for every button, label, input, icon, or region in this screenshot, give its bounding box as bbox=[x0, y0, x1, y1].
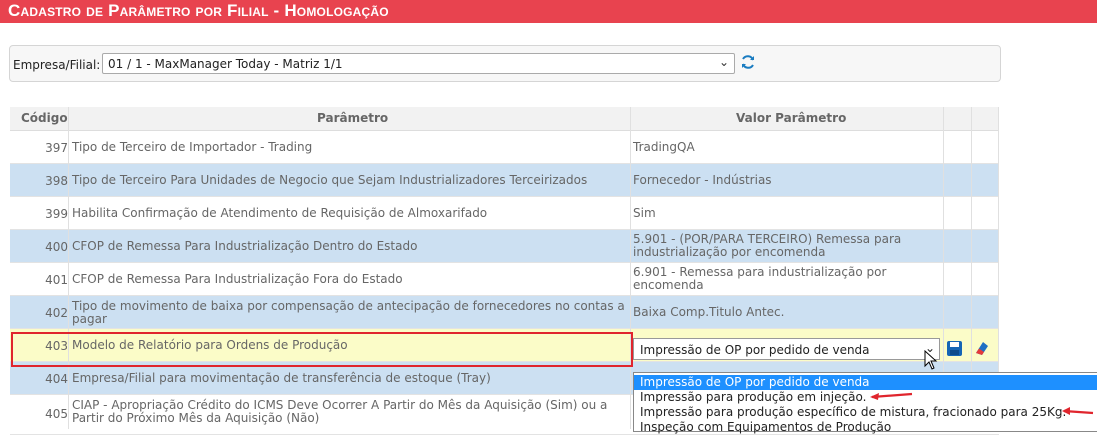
option-item[interactable]: Impressão para produção em injeção. bbox=[634, 390, 1097, 405]
mouse-cursor-icon bbox=[924, 350, 938, 370]
refresh-icon[interactable] bbox=[740, 54, 756, 70]
col-header-parametro[interactable]: Parâmetro bbox=[317, 111, 388, 125]
empresa-filial-value: 01 / 1 - MaxManager Today - Matriz 1/1 bbox=[108, 57, 343, 71]
save-icon[interactable] bbox=[946, 340, 963, 357]
empresa-filial-label: Empresa/Filial: bbox=[13, 58, 101, 72]
row-value: 6.901 - Remessa para industrialização po… bbox=[633, 265, 887, 292]
empresa-filial-select[interactable]: 01 / 1 - MaxManager Today - Matriz 1/1 ⌄ bbox=[102, 53, 735, 74]
row-code: 400 bbox=[45, 240, 68, 254]
row-code: 397 bbox=[45, 141, 68, 155]
eraser-icon[interactable] bbox=[973, 339, 991, 357]
grid-header: Código Parâmetro Valor Parâmetro bbox=[10, 107, 999, 131]
table-row[interactable]: 401 CFOP de Remessa Para Industrializaçã… bbox=[10, 263, 999, 296]
row-param: Habilita Confirmação de Atendimento de R… bbox=[72, 206, 488, 220]
valor-parametro-selected: Impressão de OP por pedido de venda bbox=[640, 343, 870, 357]
row-code: 399 bbox=[45, 207, 68, 221]
row-code: 398 bbox=[45, 174, 68, 188]
row-value: 5.901 - (POR/PARA TERCEIRO) Remessa para… bbox=[633, 232, 902, 259]
page-title: Cadastro de Parâmetro por Filial - Homol… bbox=[8, 1, 389, 20]
row-param: Tipo de Terceiro Para Unidades de Negoci… bbox=[72, 173, 588, 187]
row-value: Baixa Comp.Titulo Antec. bbox=[633, 305, 785, 319]
row-value: TradingQA bbox=[633, 140, 695, 154]
option-item[interactable]: Inspeção com Equipamentos de Produção bbox=[634, 420, 1097, 435]
row-param: CFOP de Remessa Para Industrialização Fo… bbox=[72, 272, 403, 286]
option-item[interactable]: Impressão de OP por pedido de venda bbox=[634, 375, 1097, 390]
red-arrow-icon bbox=[870, 392, 913, 400]
row-code: 402 bbox=[45, 306, 68, 320]
column-divider bbox=[630, 107, 631, 429]
table-row[interactable]: 398 Tipo de Terceiro Para Unidades de Ne… bbox=[10, 164, 999, 197]
valor-parametro-select[interactable]: Impressão de OP por pedido de venda ⌄ bbox=[633, 338, 940, 360]
row-code: 404 bbox=[45, 372, 68, 386]
column-divider bbox=[68, 107, 69, 429]
row-param: Tipo de movimento de baixa por compensaç… bbox=[72, 299, 625, 326]
option-item[interactable]: Impressão para produção específico de mi… bbox=[634, 405, 1097, 420]
row-param: CIAP - Apropriação Crédito do ICMS Deve … bbox=[72, 398, 608, 425]
valor-parametro-options: Impressão de OP por pedido de venda Impr… bbox=[633, 372, 1097, 435]
red-arrow-icon bbox=[1062, 407, 1094, 415]
row-param: Empresa/Filial para movimentação de tran… bbox=[72, 371, 491, 385]
col-header-codigo[interactable]: Código bbox=[21, 111, 68, 125]
table-row[interactable]: 402 Tipo de movimento de baixa por compe… bbox=[10, 296, 999, 329]
row-value: Sim bbox=[633, 206, 656, 220]
row-code: 405 bbox=[45, 407, 68, 421]
table-row[interactable]: 400 CFOP de Remessa Para Industrializaçã… bbox=[10, 230, 999, 263]
row-value: Fornecedor - Indústrias bbox=[633, 173, 772, 187]
table-row[interactable]: 397 Tipo de Terceiro de Importador - Tra… bbox=[10, 131, 999, 164]
title-bar: Cadastro de Parâmetro por Filial - Homol… bbox=[0, 0, 1097, 23]
row-param: CFOP de Remessa Para Industrialização De… bbox=[72, 239, 418, 253]
col-header-valor[interactable]: Valor Parâmetro bbox=[736, 111, 846, 125]
filter-panel: Empresa/Filial: 01 / 1 - MaxManager Toda… bbox=[9, 45, 1001, 82]
row-param: Tipo de Terceiro de Importador - Trading bbox=[72, 140, 313, 154]
chevron-down-icon: ⌄ bbox=[718, 55, 729, 69]
row-code: 401 bbox=[45, 273, 68, 287]
table-row[interactable]: 399 Habilita Confirmação de Atendimento … bbox=[10, 197, 999, 230]
highlight-annotation-box bbox=[11, 332, 633, 367]
